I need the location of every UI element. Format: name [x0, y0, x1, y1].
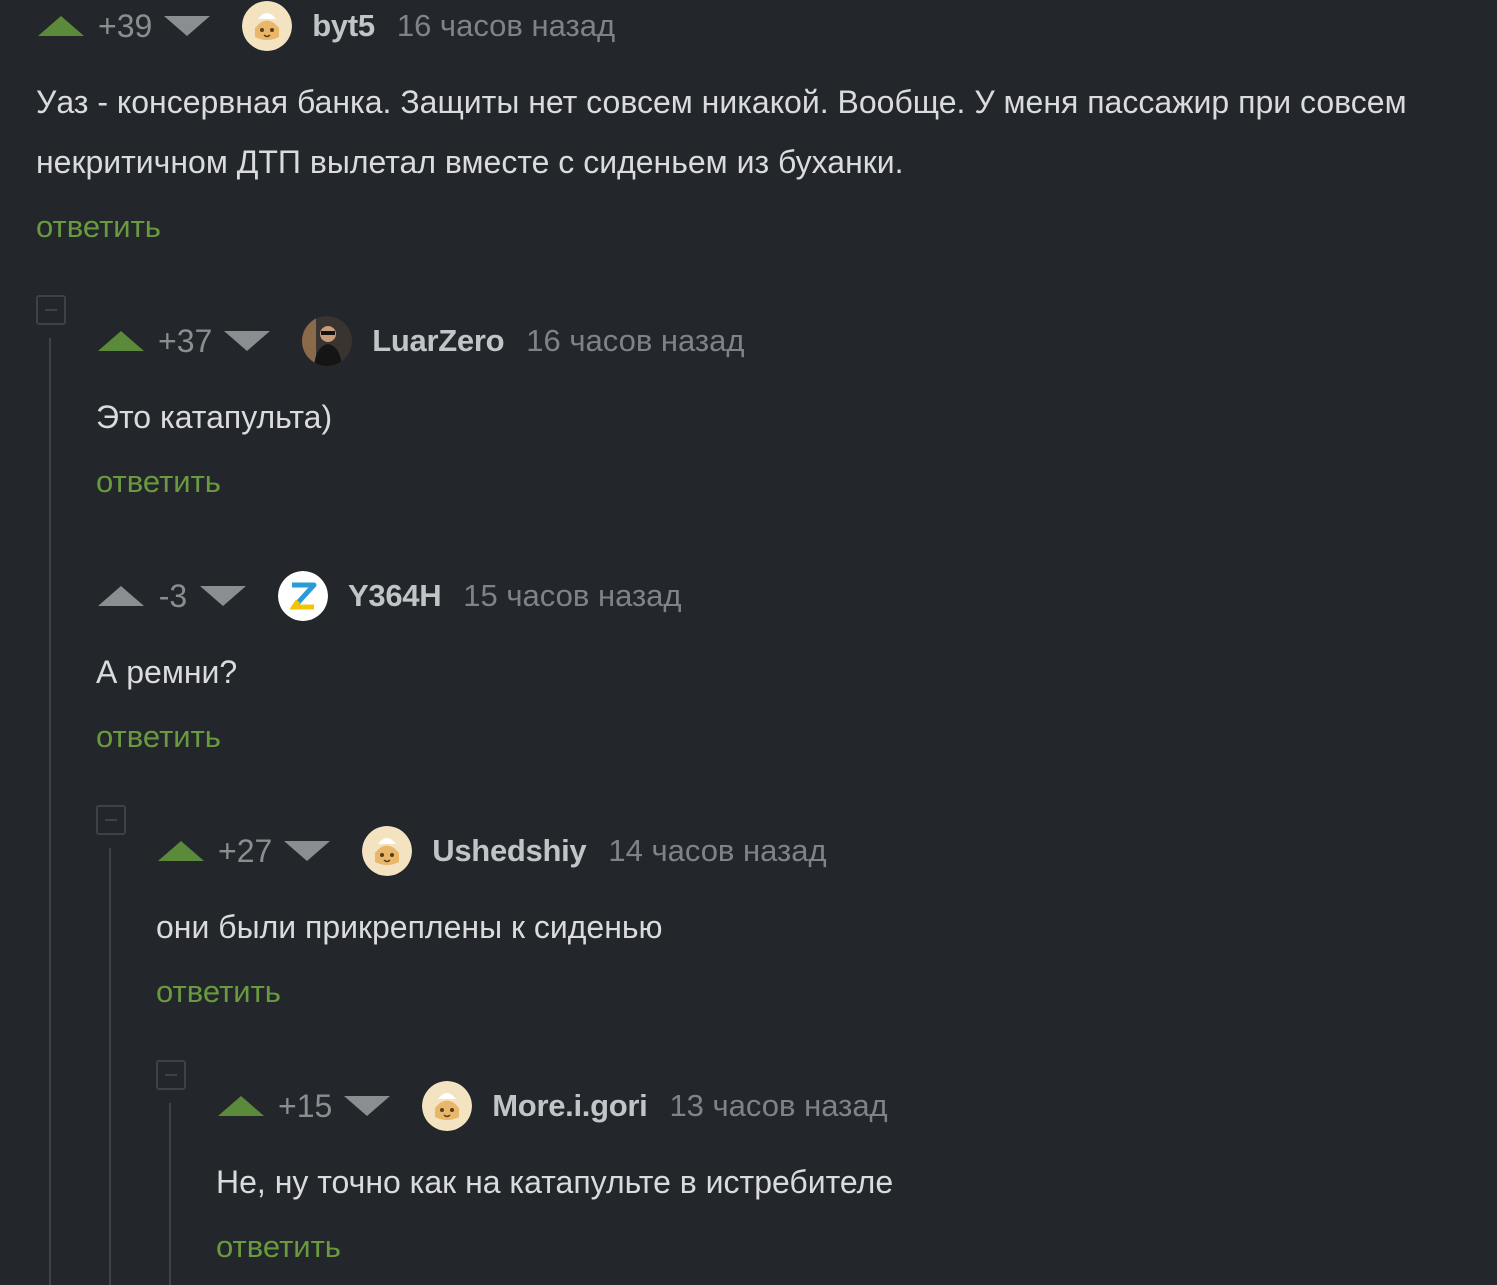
- author-name[interactable]: byt5: [312, 8, 375, 44]
- comment-score: +15: [278, 1087, 333, 1124]
- upvote-icon[interactable]: [98, 586, 144, 606]
- downvote-icon[interactable]: [224, 331, 271, 351]
- collapse-thread-button[interactable]: [96, 805, 126, 835]
- comment-score: +39: [98, 7, 153, 44]
- comment-header: +27 Ushedshiy 14 часов назад: [158, 825, 827, 877]
- author-name[interactable]: LuarZero: [372, 323, 504, 359]
- comment-score: -3: [158, 577, 188, 614]
- author-name[interactable]: More.i.gori: [492, 1088, 647, 1124]
- downvote-icon[interactable]: [284, 841, 331, 861]
- thread-line: [49, 338, 51, 1285]
- comment-text: Не, ну точно как на катапульте в истреби…: [216, 1164, 894, 1200]
- comment-time[interactable]: 16 часов назад: [397, 8, 615, 44]
- comment-time[interactable]: 15 часов назад: [463, 578, 681, 614]
- upvote-icon[interactable]: [98, 331, 144, 351]
- reply-link[interactable]: ответить: [156, 974, 281, 1010]
- downvote-icon[interactable]: [200, 586, 246, 606]
- comment-header: +39 byt5 16 часов назад: [38, 0, 615, 52]
- comments-page: { "comments": [ { "score": "+39", "autho…: [0, 0, 1497, 1285]
- cat-avatar-icon[interactable]: [362, 826, 413, 876]
- cat-avatar-icon[interactable]: [242, 1, 293, 51]
- comment-header: -3 Y364H 15 часов назад: [98, 570, 682, 622]
- upvote-icon[interactable]: [158, 841, 204, 861]
- reply-link[interactable]: ответить: [36, 209, 161, 245]
- reply-link[interactable]: ответить: [216, 1229, 341, 1265]
- collapse-thread-button[interactable]: [156, 1060, 186, 1090]
- upvote-icon[interactable]: [218, 1096, 264, 1116]
- author-name[interactable]: Ushedshiy: [432, 833, 586, 869]
- comment-time[interactable]: 14 часов назад: [608, 833, 826, 869]
- downvote-icon[interactable]: [344, 1096, 391, 1116]
- cat-avatar-icon[interactable]: [422, 1081, 473, 1131]
- comment-text: они были прикреплены к сиденью: [156, 909, 663, 945]
- comment-score: +27: [218, 832, 273, 869]
- downvote-icon[interactable]: [164, 16, 211, 36]
- author-name[interactable]: Y364H: [348, 578, 442, 614]
- comment-text: Уаз - консервная банка. Защиты нет совсе…: [36, 84, 1416, 180]
- comment-score: +37: [158, 322, 213, 359]
- comment-text: Это катапульта): [96, 399, 333, 435]
- comment-header: +37 LuarZero 16 часов назад: [98, 315, 744, 367]
- comment-time[interactable]: 13 часов назад: [669, 1088, 887, 1124]
- thread-line: [109, 848, 111, 1285]
- reply-link[interactable]: ответить: [96, 719, 221, 755]
- comment-header: +15 More.i.gori 13 часов назад: [218, 1080, 888, 1132]
- comment-text: А ремни?: [96, 654, 238, 690]
- thread-line: [169, 1103, 171, 1285]
- photo-avatar-icon[interactable]: [302, 316, 353, 366]
- upvote-icon[interactable]: [38, 16, 84, 36]
- comment-time[interactable]: 16 часов назад: [526, 323, 744, 359]
- collapse-thread-button[interactable]: [36, 295, 66, 325]
- z-letter-avatar-icon[interactable]: [278, 571, 328, 621]
- reply-link[interactable]: ответить: [96, 464, 221, 500]
